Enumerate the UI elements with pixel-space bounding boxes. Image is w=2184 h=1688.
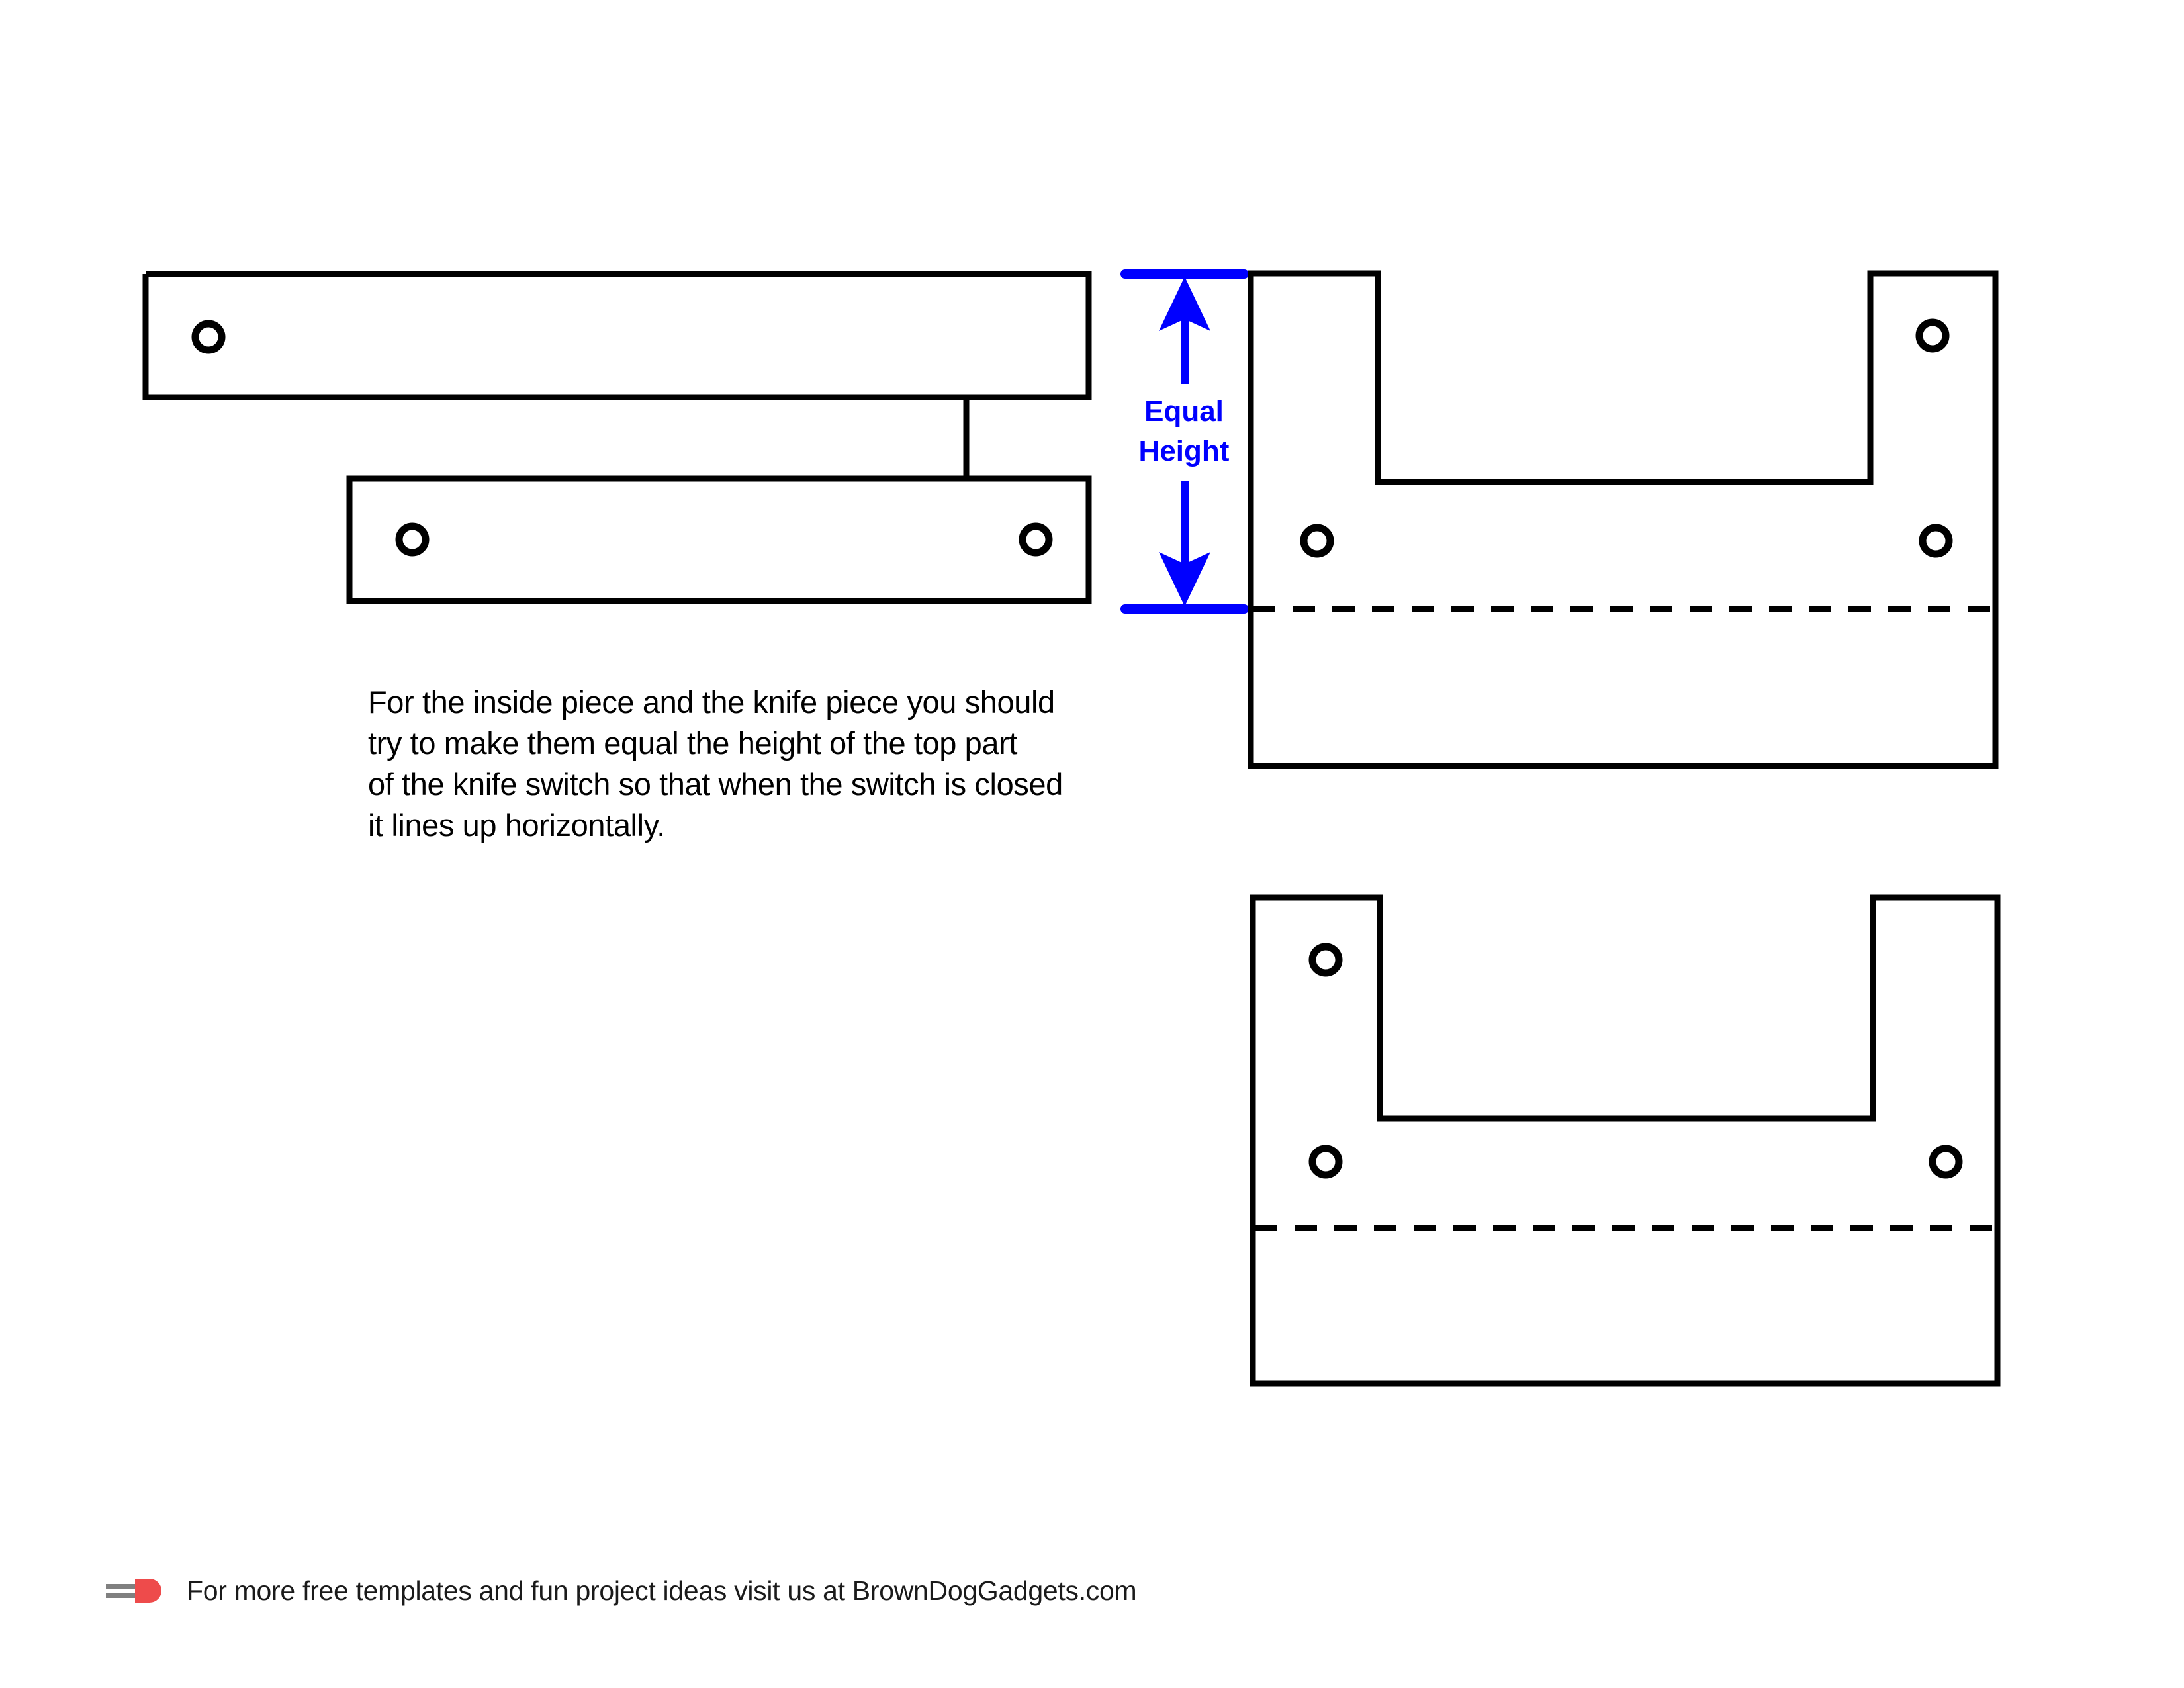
equal-height-label: Equal Height — [1138, 395, 1230, 467]
inside-piece-outline — [346, 475, 1092, 604]
knife-switch-bottom-hole-mid-left — [1308, 1145, 1343, 1179]
left-pieces-group — [142, 271, 1092, 604]
footer-text: For more free templates and fun project … — [187, 1575, 1137, 1606]
footer: For more free templates and fun project … — [106, 1572, 1137, 1609]
knife-switch-bottom-hole-prong-left — [1308, 943, 1343, 977]
knife-switch-bottom-hole-mid-right — [1929, 1145, 1963, 1179]
led-icon — [106, 1579, 161, 1603]
knife-switch-top-piece — [1248, 270, 1999, 769]
knife-piece-step-edge — [142, 274, 966, 400]
knife-switch-top-outline — [1248, 270, 1999, 769]
inside-piece-hole-right — [1019, 522, 1053, 557]
instruction-paragraph: For the inside piece and the knife piece… — [368, 684, 1063, 843]
template-sheet: For the inside piece and the knife piece… — [0, 0, 2184, 1688]
knife-switch-bottom-outline — [1250, 894, 2001, 1387]
knife-piece-outline — [146, 271, 1092, 482]
knife-switch-top-hole-prong-right — [1915, 318, 1950, 353]
inside-piece-hole-left — [395, 522, 430, 557]
knife-switch-bottom-piece — [1250, 894, 2001, 1387]
knife-piece-hole — [191, 320, 226, 354]
knife-switch-top-hole-mid-right — [1919, 524, 1953, 558]
knife-switch-top-hole-mid-left — [1300, 524, 1334, 558]
